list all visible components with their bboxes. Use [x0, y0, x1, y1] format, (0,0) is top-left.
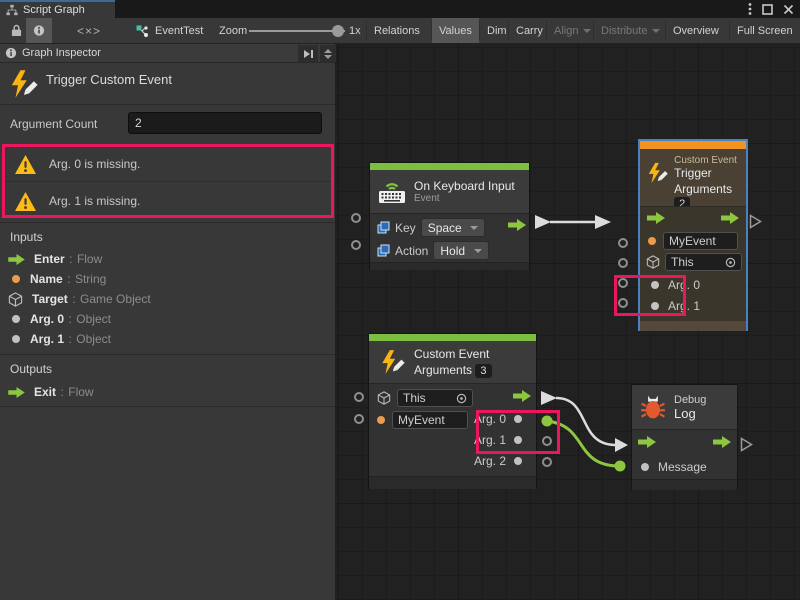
- zoom-value: 1x: [346, 18, 364, 43]
- info-icon: [5, 47, 17, 59]
- graph-breadcrumb[interactable]: EventTest: [128, 18, 210, 43]
- node-footer: [640, 320, 746, 331]
- toolbar-button-fullscreen[interactable]: Full Screen: [730, 18, 800, 43]
- node-color-bar: [640, 141, 746, 149]
- code-view-button[interactable]: <×>: [70, 18, 108, 43]
- inputs-heading: Inputs: [10, 230, 43, 244]
- dock-right-icon: [303, 49, 314, 59]
- unity-visual-scripting-window: Script Graph: [0, 0, 800, 600]
- annotation-box-event-args: [476, 410, 560, 454]
- chevron-down-icon: [583, 29, 591, 33]
- tab-script-graph[interactable]: Script Graph: [0, 2, 115, 18]
- inspector-header: Graph Inspector: [0, 44, 335, 63]
- chevron-down-icon: [652, 29, 660, 33]
- kebab-menu-icon[interactable]: [748, 2, 752, 16]
- toolbar-button-relations[interactable]: Relations: [367, 18, 427, 43]
- node-title: Trigger: [674, 166, 740, 180]
- close-icon[interactable]: [783, 4, 794, 15]
- custom-event-icon: [646, 160, 668, 186]
- port-list-item: Name : String: [8, 269, 328, 289]
- zoom-slider-track[interactable]: [249, 30, 345, 32]
- spinner-down-icon: [324, 55, 332, 59]
- script-graph-asset-icon: [135, 24, 149, 38]
- wire-start-arrow: [535, 215, 551, 229]
- maximize-icon[interactable]: [762, 4, 773, 15]
- toolbar-button-overview[interactable]: Overview: [666, 18, 726, 43]
- custom-event-icon: [8, 69, 38, 99]
- event-name-field[interactable]: MyEvent: [663, 232, 738, 250]
- argument-count-field[interactable]: 2: [128, 112, 322, 134]
- flow-input-arrow[interactable]: [647, 212, 665, 224]
- outputs-heading: Outputs: [10, 362, 52, 376]
- zoom-slider-handle[interactable]: [332, 25, 344, 37]
- connected-port-dot[interactable]: [615, 461, 626, 472]
- dock-button[interactable]: [298, 45, 318, 62]
- tab-title: Script Graph: [23, 4, 85, 16]
- port-list-item: Exit : Flow: [8, 382, 328, 402]
- node-caption: Custom Event: [674, 155, 740, 166]
- string-port-dot[interactable]: [648, 237, 656, 245]
- cube-icon[interactable]: [646, 255, 660, 269]
- port-list-item: Arg. 1 : Object: [8, 329, 328, 349]
- toolbar-button-distribute[interactable]: Distribute: [594, 18, 667, 43]
- flow-output-arrow[interactable]: [721, 212, 739, 224]
- annotation-box-warnings: [2, 144, 334, 218]
- port-list-item: Target : Game Object: [8, 289, 328, 309]
- inspector-toggle-button[interactable]: [26, 18, 52, 43]
- spinner-buttons[interactable]: [320, 45, 336, 62]
- graph-icon: [6, 4, 18, 16]
- object-dot-icon: [12, 335, 20, 343]
- annotation-box-trigger-args: [614, 275, 686, 316]
- flow-arrow-icon: [8, 254, 25, 265]
- port-list-item: Arg. 0 : Object: [8, 309, 328, 329]
- code-icon: <×>: [77, 24, 101, 38]
- wire-end-arrow: [615, 438, 628, 452]
- window-controls: [748, 2, 794, 16]
- lock-icon: [11, 24, 22, 37]
- wire-end-arrow: [595, 215, 611, 229]
- toolbar-button-carry[interactable]: Carry: [509, 18, 550, 43]
- target-field[interactable]: This: [665, 253, 742, 271]
- graph-ref-label: EventTest: [155, 25, 203, 37]
- inspector-title: Graph Inspector: [22, 47, 101, 59]
- graph-canvas[interactable]: On Keyboard Input Event Key Space: [337, 44, 800, 600]
- string-dot-icon: [12, 275, 20, 283]
- cube-icon: [8, 292, 23, 307]
- unit-title: Trigger Custom Event: [46, 72, 172, 87]
- info-icon: [33, 24, 45, 37]
- port-list-item: Enter : Flow: [8, 249, 328, 269]
- tab-bar: Script Graph: [0, 0, 800, 18]
- flow-arrow-icon: [8, 387, 25, 398]
- zoom-label: Zoom: [212, 18, 254, 43]
- spinner-up-icon: [324, 49, 332, 53]
- wire-event-to-debug: [556, 398, 616, 445]
- object-picker-icon[interactable]: [725, 257, 736, 268]
- wire-start-arrow: [541, 391, 557, 405]
- graph-inspector-panel: Graph Inspector Trigger Custom Event Arg…: [0, 44, 337, 600]
- object-dot-icon: [12, 315, 20, 323]
- toolbar-button-values[interactable]: Values: [432, 18, 479, 43]
- argument-count-label: Argument Count: [10, 117, 97, 131]
- toolbar-button-align[interactable]: Align: [547, 18, 598, 43]
- graph-toolbar: <×> EventTest Zoom 1x Relations Values D…: [0, 18, 800, 44]
- node-header[interactable]: Custom Event Trigger Arguments 2: [640, 149, 746, 206]
